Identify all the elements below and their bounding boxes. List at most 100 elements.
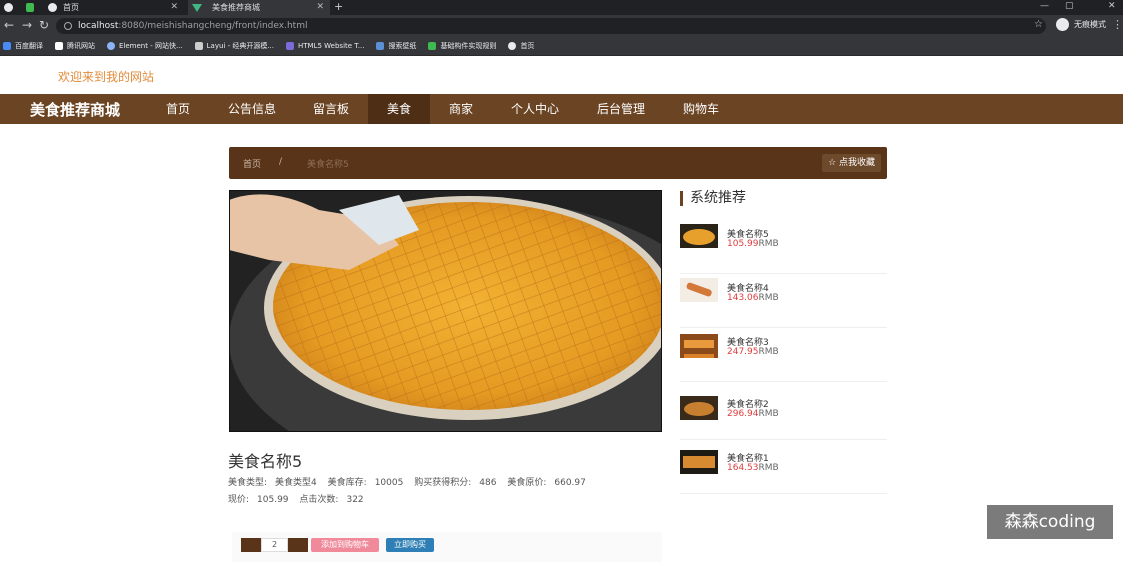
main-navbar: 美食推荐商城 首页 公告信息 留言板 美食 商家 个人中心 后台管理 购物车 — [0, 94, 1123, 124]
minimize-icon[interactable]: — — [1040, 1, 1049, 11]
globe-icon — [48, 3, 57, 12]
recommend-item[interactable]: 美食名称1 164.53RMB — [680, 440, 887, 494]
incognito-indicator[interactable]: 无痕模式 — [1056, 18, 1106, 31]
orig-price-label: 美食原价: — [507, 478, 547, 488]
bookmark-icon — [107, 42, 115, 50]
recommend-thumb — [680, 450, 718, 474]
tab-strip-icon[interactable] — [0, 0, 20, 15]
bookmark-item[interactable]: 首页 — [508, 41, 534, 51]
chrome-icon — [4, 3, 13, 12]
recommend-price: 143.06RMB — [727, 293, 779, 303]
bookmark-item[interactable]: Layui - 经典开源模... — [194, 41, 274, 51]
address-bar-row: ← → ↻ localhost:8080/meishishangcheng/fr… — [0, 15, 1123, 37]
site-info-icon[interactable] — [64, 22, 72, 30]
product-image — [229, 190, 662, 432]
nav-announcements[interactable]: 公告信息 — [220, 94, 284, 124]
maximize-icon[interactable]: ▢ — [1065, 1, 1074, 11]
bookmark-icon — [508, 42, 517, 50]
product-info-row-1: 美食类型: 美食类型4 美食库存: 10005 购买获得积分: 486 美食原价: 66… — [228, 475, 594, 488]
bookmark-icon — [194, 42, 203, 50]
stock-label: 美食库存: — [327, 478, 367, 488]
bookmark-star-icon[interactable]: ☆ — [1034, 19, 1043, 30]
incognito-label: 无痕模式 — [1074, 20, 1106, 29]
vue-icon — [192, 3, 202, 12]
tab-title: 美食推荐商城 — [212, 3, 260, 12]
url-path: :8080/meishishangcheng/front/index.html — [118, 21, 308, 31]
stock-value: 10005 — [374, 478, 404, 488]
type-value: 美食类型4 — [275, 478, 317, 488]
breadcrumb-home[interactable]: 首页 — [243, 157, 261, 170]
price-value: 105.99 — [257, 495, 289, 505]
bookmark-item[interactable]: HTML5 Website T... — [286, 42, 364, 50]
tab-active[interactable]: 美食推荐商城 ✕ — [188, 0, 330, 15]
qty-input[interactable]: 2 — [261, 538, 288, 552]
app-icon — [26, 3, 34, 12]
nav-admin[interactable]: 后台管理 — [588, 94, 654, 124]
close-tab-icon[interactable]: ✕ — [170, 2, 178, 12]
browser-tab-bar: 首页 ✕ 美食推荐商城 ✕ + — ▢ ✕ — [0, 0, 1123, 15]
tab-home[interactable]: 首页 ✕ — [44, 0, 184, 15]
add-to-cart-button[interactable]: 添加到购物车 — [311, 538, 379, 552]
recommend-item[interactable]: 美食名称2 296.94RMB — [680, 386, 887, 440]
product-info-row-2: 现价: 105.99 点击次数: 322 — [228, 492, 372, 505]
qty-decrease-button[interactable] — [241, 538, 261, 552]
bookmark-icon — [376, 42, 385, 50]
type-label: 美食类型: — [228, 478, 268, 488]
breadcrumb-current: 美食名称5 — [307, 160, 349, 170]
url-input[interactable]: localhost:8080/meishishangcheng/front/in… — [56, 18, 1046, 34]
recommend-item[interactable]: 美食名称3 247.95RMB — [680, 328, 887, 382]
back-icon[interactable]: ← — [4, 18, 14, 32]
bookmark-icon — [3, 42, 11, 50]
product-title: 美食名称5 — [228, 452, 303, 471]
video-watermark: 森森coding — [987, 505, 1113, 539]
reload-icon[interactable]: ↻ — [39, 18, 49, 32]
favorite-button[interactable]: ☆ 点我收藏 — [822, 154, 881, 172]
points-value: 486 — [479, 478, 497, 488]
recommend-thumb — [680, 334, 718, 358]
bookmark-item[interactable]: 百度翻译 — [3, 41, 43, 51]
qty-increase-button[interactable] — [288, 538, 308, 552]
buy-now-button[interactable]: 立即购买 — [386, 538, 434, 552]
bookmarks-bar: 百度翻译 腾讯网站 Element - 网站快... Layui - 经典开源模… — [0, 37, 1123, 56]
recommend-item[interactable]: 美食名称4 143.06RMB — [680, 274, 887, 328]
nav-food[interactable]: 美食 — [368, 94, 430, 124]
tab-title: 首页 — [63, 3, 79, 12]
breadcrumb-separator: / — [279, 157, 283, 167]
close-window-icon[interactable]: ✕ — [1108, 1, 1116, 11]
pinned-tab[interactable] — [22, 0, 40, 15]
recommend-price: 164.53RMB — [727, 463, 779, 473]
recommend-price: 296.94RMB — [727, 409, 779, 419]
site-brand[interactable]: 美食推荐商城 — [30, 99, 120, 120]
nav-home[interactable]: 首页 — [155, 94, 201, 124]
bookmark-item[interactable]: Element - 网站快... — [107, 41, 183, 51]
nav-message-board[interactable]: 留言板 — [302, 94, 360, 124]
bookmark-icon — [428, 42, 437, 50]
orig-price-value: 660.97 — [554, 478, 586, 488]
forward-icon[interactable]: → — [22, 18, 32, 32]
url-host: localhost — [78, 21, 119, 31]
welcome-text: 欢迎来到我的网站 — [58, 70, 155, 84]
clicks-value: 322 — [346, 495, 364, 505]
recommend-thumb — [680, 224, 718, 248]
bookmark-item[interactable]: 基础构件实现规则 — [428, 41, 496, 51]
recommend-heading: 系统推荐 — [680, 191, 746, 206]
food-photo — [229, 190, 662, 432]
bookmark-item[interactable]: 腾讯网站 — [55, 41, 95, 51]
more-menu-icon[interactable]: ⋮ — [1112, 18, 1123, 31]
bookmark-icon — [55, 42, 63, 50]
points-label: 购买获得积分: — [414, 478, 472, 488]
incognito-icon — [1056, 18, 1069, 31]
recommend-thumb — [680, 396, 718, 420]
new-tab-icon[interactable]: + — [334, 0, 343, 13]
breadcrumb: 首页 / 美食名称5 ☆ 点我收藏 — [229, 147, 887, 179]
recommend-price: 105.99RMB — [727, 239, 779, 249]
price-label: 现价: — [228, 495, 250, 505]
nav-cart[interactable]: 购物车 — [672, 94, 730, 124]
page-content: 欢迎来到我的网站 美食推荐商城 首页 公告信息 留言板 美食 商家 个人中心 后… — [0, 56, 1123, 562]
nav-merchants[interactable]: 商家 — [438, 94, 484, 124]
close-tab-icon[interactable]: ✕ — [316, 2, 324, 12]
recommend-item[interactable]: 美食名称5 105.99RMB — [680, 220, 887, 274]
nav-profile[interactable]: 个人中心 — [502, 94, 568, 124]
clicks-label: 点击次数: — [299, 495, 339, 505]
bookmark-item[interactable]: 搜索壁纸 — [376, 41, 416, 51]
